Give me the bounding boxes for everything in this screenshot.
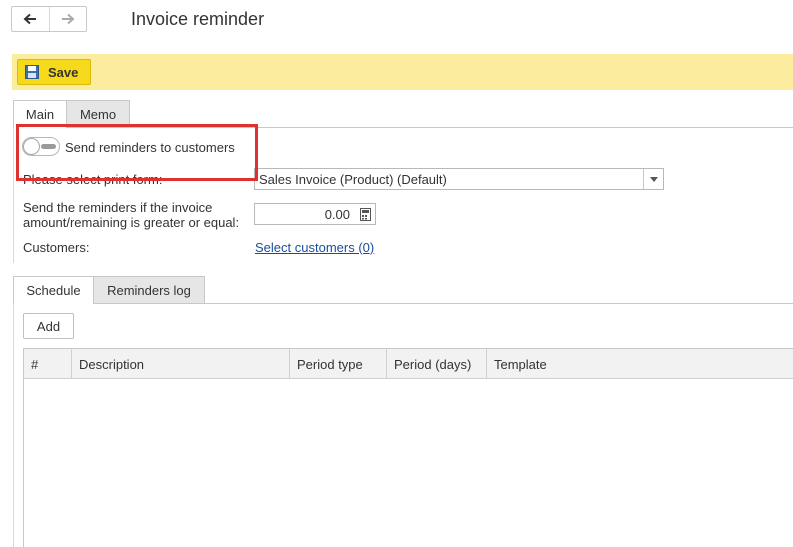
column-header-period-days[interactable]: Period (days) [387, 349, 487, 379]
column-header-number[interactable]: # [24, 349, 72, 379]
select-customers-link[interactable]: Select customers (0) [255, 240, 374, 255]
send-reminders-label: Send reminders to customers [65, 140, 235, 155]
column-header-period-type-label: Period type [297, 356, 363, 372]
command-bar: Save [12, 54, 793, 90]
calculator-icon [359, 207, 371, 221]
tab-memo-label: Memo [79, 106, 117, 122]
tab-schedule-label: Schedule [26, 283, 81, 298]
column-header-description-label: Description [79, 356, 145, 372]
forward-button[interactable] [48, 7, 87, 31]
tab-memo[interactable]: Memo [66, 100, 130, 127]
calculator-button[interactable] [355, 204, 375, 224]
bottom-panel-border [13, 303, 14, 547]
tab-reminders-log[interactable]: Reminders log [93, 276, 205, 303]
main-tab-divider [13, 127, 793, 128]
floppy-disk-icon [25, 65, 39, 79]
print-form-select[interactable]: Sales Invoice (Product) (Default) [254, 168, 664, 190]
page-title: Invoice reminder [131, 9, 265, 29]
column-header-number-label: # [31, 356, 39, 372]
threshold-label-line2: amount/remaining is greater or equal: [23, 215, 240, 230]
column-header-period-days-label: Period (days) [394, 356, 472, 372]
threshold-value: 0.00 [324, 207, 350, 222]
threshold-input[interactable]: 0.00 [254, 203, 376, 225]
history-nav [11, 6, 87, 32]
column-header-template-label: Template [494, 356, 547, 372]
print-form-label: Please select print form: [23, 172, 163, 187]
schedule-table[interactable]: # Description Period type Period (days) … [23, 348, 793, 547]
toggle-track [41, 144, 56, 149]
column-header-period-type[interactable]: Period type [290, 349, 387, 379]
column-header-description[interactable]: Description [72, 349, 290, 379]
main-panel-border [13, 127, 14, 263]
tab-schedule[interactable]: Schedule [13, 276, 94, 304]
add-button-label: Add [36, 318, 61, 334]
table-header: # Description Period type Period (days) … [24, 349, 793, 379]
print-form-value: Sales Invoice (Product) (Default) [259, 172, 447, 187]
save-button[interactable]: Save [17, 59, 91, 85]
save-label: Save [48, 64, 79, 80]
tab-reminders-log-label: Reminders log [107, 282, 191, 298]
threshold-label-line1: Send the reminders if the invoice [23, 200, 213, 215]
customers-label: Customers: [23, 240, 90, 255]
toggle-knob [23, 138, 40, 155]
tab-main-label: Main [25, 107, 55, 122]
arrow-left-icon [23, 13, 37, 25]
back-button[interactable] [12, 7, 49, 31]
column-header-template[interactable]: Template [487, 349, 793, 379]
send-reminders-toggle[interactable] [22, 137, 60, 156]
dropdown-button[interactable] [643, 169, 663, 189]
arrow-right-icon [61, 13, 75, 25]
tab-main[interactable]: Main [13, 100, 67, 128]
chevron-down-icon [649, 176, 658, 182]
add-button[interactable]: Add [23, 313, 74, 339]
bottom-tab-divider [13, 303, 793, 304]
